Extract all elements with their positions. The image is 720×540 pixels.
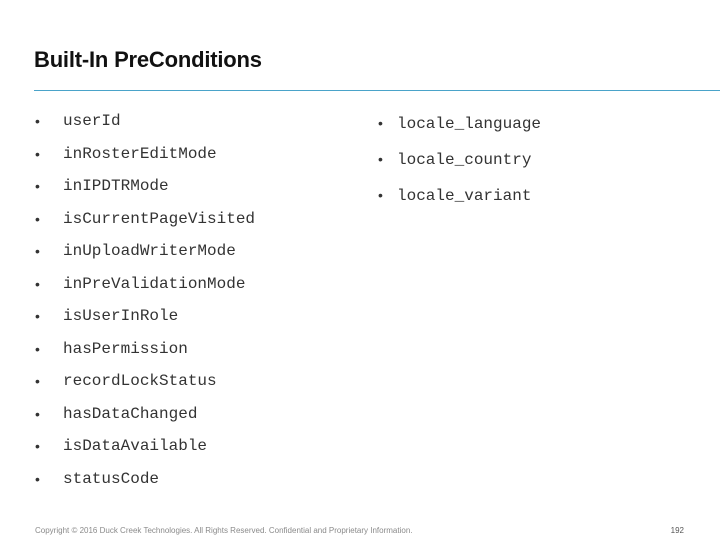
slide-title: Built-In PreConditions bbox=[34, 47, 262, 72]
list-item: • userId bbox=[35, 111, 255, 144]
bullet-icon: • bbox=[35, 113, 40, 129]
list-item: • locale_country bbox=[378, 150, 541, 186]
list-item-label: locale_country bbox=[397, 151, 532, 169]
list-item: • isUserInRole bbox=[35, 306, 255, 339]
list-item-label: locale_variant bbox=[397, 187, 532, 205]
footer-copyright: Copyright © 2016 Duck Creek Technologies… bbox=[35, 526, 413, 535]
list-item: • inUploadWriterMode bbox=[35, 241, 255, 274]
bullet-icon: • bbox=[35, 308, 40, 324]
right-precondition-list: • locale_language • locale_country • locale… bbox=[378, 114, 541, 222]
list-item: • hasPermission bbox=[35, 339, 255, 372]
list-item-label: inRosterEditMode bbox=[63, 144, 217, 163]
list-item: • recordLockStatus bbox=[35, 371, 255, 404]
bullet-icon: • bbox=[35, 275, 40, 292]
list-item-label: inIPDTRMode bbox=[63, 177, 169, 195]
list-item-label: isDataAvailable bbox=[63, 437, 208, 455]
bullet-icon: • bbox=[378, 151, 383, 167]
list-item-label: recordLockStatus bbox=[63, 372, 217, 390]
page-number: 192 bbox=[670, 526, 684, 535]
title-underline-divider bbox=[34, 90, 720, 91]
list-item: • isDataAvailable bbox=[35, 436, 255, 469]
list-item-label: hasPermission bbox=[63, 339, 188, 358]
list-item-label: isCurrentPageVisited bbox=[63, 209, 256, 228]
bullet-icon: • bbox=[35, 405, 40, 422]
bullet-icon: • bbox=[35, 470, 40, 487]
list-item-label: inUploadWriterMode bbox=[63, 242, 236, 260]
bullet-icon: • bbox=[35, 340, 40, 357]
list-item-label: hasDataChanged bbox=[63, 404, 198, 423]
list-item: • isCurrentPageVisited bbox=[35, 209, 255, 242]
bullet-icon: • bbox=[35, 145, 40, 162]
list-item: • inIPDTRMode bbox=[35, 176, 255, 209]
bullet-icon: • bbox=[378, 187, 383, 203]
list-item: • inPreValidationMode bbox=[35, 274, 255, 307]
list-item-label: inPreValidationMode bbox=[63, 274, 246, 293]
bullet-icon: • bbox=[35, 373, 40, 389]
list-item: • locale_variant bbox=[378, 186, 541, 222]
list-item: • statusCode bbox=[35, 469, 255, 502]
bullet-icon: • bbox=[378, 115, 383, 131]
list-item-label: isUserInRole bbox=[63, 307, 179, 325]
bullet-icon: • bbox=[35, 438, 40, 454]
list-item: • inRosterEditMode bbox=[35, 144, 255, 177]
bullet-icon: • bbox=[35, 178, 40, 194]
bullet-icon: • bbox=[35, 243, 40, 259]
list-item-label: statusCode bbox=[63, 469, 160, 488]
list-item-label: locale_language bbox=[397, 115, 542, 133]
bullet-icon: • bbox=[35, 210, 40, 227]
list-item: • locale_language bbox=[378, 114, 541, 150]
left-precondition-list: • userId • inRosterEditMode • inIPDTRMode •… bbox=[35, 111, 255, 501]
list-item: • hasDataChanged bbox=[35, 404, 255, 437]
list-item-label: userId bbox=[63, 112, 121, 130]
